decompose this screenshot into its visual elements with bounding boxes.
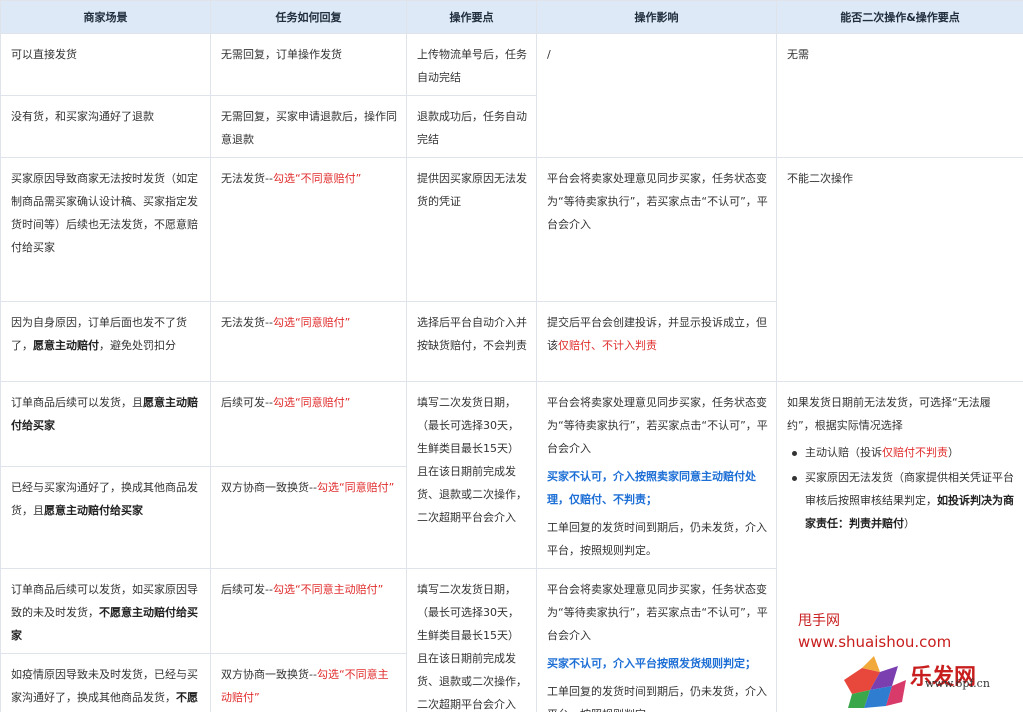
table-row: 买家原因导致商家无法按时发货（如定制商品需买家确认设计稿、买家指定发货时间等）后… [0,157,1023,382]
impact-highlight: 仅赔付、不计入判责 [558,339,657,352]
reply-choice: 勾选“不同意赔付” [272,172,362,185]
points-cell: 填写二次发货日期，（最长可选择30天，生鲜类目最长15天）且在该日期前完成发货、… [406,568,537,712]
impact-cell: 平台会将卖家处理意见同步买家，任务状态变为“等待卖家执行”，若买家点击“不认可”… [536,568,777,712]
scene-text: 订单商品后续可以发货，且 [11,396,143,409]
points-cell: 选择后平台自动介入并按缺货赔付，不会判责 [406,301,537,382]
impact-text: 平台会将卖家处理意见同步买家，任务状态变为“等待卖家执行”，若买家点击“不认可”… [547,583,768,642]
scene-cell: 因为自身原因，订单后面也发不了货了，愿意主动赔付，避免处罚扣分 [0,301,211,382]
second-op-cell: 不能二次操作 [776,157,1023,382]
option-highlight: 仅赔付不判责 [882,446,948,459]
impact-cell: 平台会将卖家处理意见同步买家，任务状态变为“等待卖家执行”，若买家点击“不认可”… [536,157,777,302]
header-points: 操作要点 [406,0,537,34]
second-op-options: 主动认赔（投诉仅赔付不判责） 买家原因无法发货（商家提供相关凭证平台审核后按照审… [787,441,1015,535]
impact-cell: 提交后平台会创建投诉，并显示投诉成立，但该仅赔付、不计入判责 [536,301,777,382]
reply-action: 双方协商一致换货-- [221,668,317,681]
scene-emphasis: 愿意主动赔付给买家 [44,503,143,517]
reply-choice: 勾选“同意赔付” [272,396,351,409]
table-row: 订单商品后续可以发货，且愿意主动赔付给买家 后续可发--勾选“同意赔付” 填写二… [0,381,1023,712]
header-impact: 操作影响 [536,0,777,34]
scene-cell: 买家原因导致商家无法按时发货（如定制商品需买家确认设计稿、买家指定发货时间等）后… [0,157,211,302]
points-cell: 退款成功后，任务自动完结 [406,95,537,158]
watermark-shuaishou-url: www.shuaishou.com [798,633,952,651]
impact-text: 工单回复的发货时间到期后，仍未发货，介入平台，按照规则判定。 [547,521,767,557]
impact-cell: / [536,33,777,158]
reply-cell: 后续可发--勾选“不同意主动赔付” [210,568,407,654]
reply-choice: 勾选“同意赔付” [316,480,395,494]
scene-cell: 可以直接发货 [0,33,211,96]
scene-emphasis: 愿意主动赔付 [33,339,99,352]
list-item: 主动认赔（投诉仅赔付不判责） [787,441,1015,464]
impact-highlight: 买家不认可，介入平台按照发货规则判定； [547,657,756,670]
scene-cell: 订单商品后续可以发货，且愿意主动赔付给买家 [0,381,211,467]
scene-cell: 如疫情原因导致未及时发货，已经与买家沟通好了，换成其他商品发货，不愿意主动赔付买… [0,653,211,712]
impact-cell: 平台会将卖家处理意见同步买家，任务状态变为“等待卖家执行”，若买家点击“不认可”… [536,381,777,569]
list-item: 买家原因无法发货（商家提供相关凭证平台审核后按照审核结果判定，如投诉判决为商家责… [787,466,1015,535]
scene-cell: 已经与买家沟通好了，换成其他商品发货，且愿意主动赔付给买家 [0,465,211,570]
impact-highlight: 买家不认可，介入按照卖家同意主动赔付处理，仅赔付、不判责； [547,470,756,506]
header-reply: 任务如何回复 [210,0,407,34]
reply-cell: 无法发货--勾选“不同意赔付” [210,157,407,302]
reply-action: 无法发货-- [221,172,273,185]
header-row: 商家场景 任务如何回复 操作要点 操作影响 能否二次操作&操作要点 [0,0,1023,34]
points-cell: 上传物流单号后，任务自动完结 [406,33,537,96]
scene-text: ，避免处罚扣分 [99,339,176,352]
reply-choice: 勾选“不同意主动赔付” [272,583,384,596]
second-op-cell: 无需 [776,33,1023,158]
reply-choice: 勾选“同意赔付” [272,316,351,329]
reply-action: 双方协商一致换货-- [221,480,317,494]
reply-cell: 无需回复，买家申请退款后，操作同意退款 [210,95,407,158]
scene-text: 如疫情原因导致未及时发货，已经与买家沟通好了，换成其他商品发货， [11,668,198,704]
reply-cell: 双方协商一致换货--勾选“同意赔付” [210,465,407,570]
points-cell: 提供因买家原因无法发货的凭证 [406,157,537,302]
reply-action: 后续可发-- [221,583,273,596]
reply-cell: 无需回复，订单操作发货 [210,33,407,96]
impact-text: 工单回复的发货时间到期后，仍未发货，介入平台，按照规则判定。 [547,685,767,712]
reply-cell: 后续可发--勾选“同意赔付” [210,381,407,467]
watermark-logo-url: www.6pf.cn [925,677,990,690]
rules-table: 商家场景 任务如何回复 操作要点 操作影响 能否二次操作&操作要点 可以直接发货… [0,0,1023,712]
reply-action: 无法发货-- [221,316,273,329]
impact-text: 平台会将卖家处理意见同步买家，任务状态变为“等待卖家执行”，若买家点击“不认可”… [547,396,768,455]
second-op-intro: 如果发货日期前无法发货，可选择“无法履约”，根据实际情况选择 [787,396,991,432]
header-second-op: 能否二次操作&操作要点 [776,0,1023,34]
scene-cell: 没有货，和买家沟通好了退款 [0,95,211,158]
reply-cell: 无法发货--勾选“同意赔付” [210,301,407,382]
reply-cell: 双方协商一致换货--勾选“不同意主动赔付” [210,653,407,712]
watermark-shuaishou-name: 甩手网 [798,613,840,629]
header-scene: 商家场景 [0,0,211,34]
scene-cell: 订单商品后续可以发货，如买家原因导致的未及时发货，不愿意主动赔付给买家 [0,568,211,654]
bull-icon [844,656,906,708]
table-row: 可以直接发货 无需回复，订单操作发货 上传物流单号后，任务自动完结 / 无需 [0,33,1023,158]
points-cell: 填写二次发货日期，（最长可选择30天，生鲜类目最长15天）且在该日期前完成发货、… [406,381,537,569]
reply-action: 后续可发-- [221,396,273,409]
